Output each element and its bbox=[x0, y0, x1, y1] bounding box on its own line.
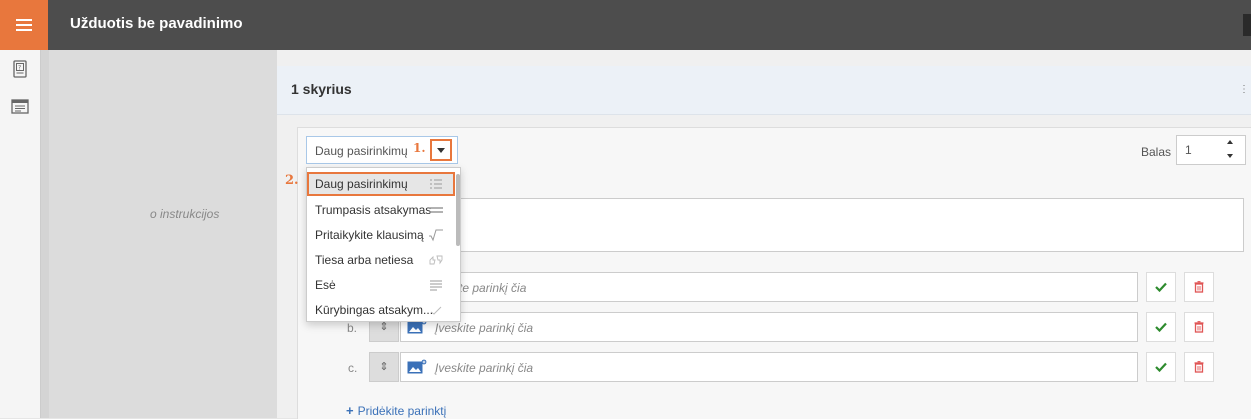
hamburger-menu-icon[interactable] bbox=[0, 0, 48, 50]
trash-icon bbox=[1194, 281, 1204, 293]
mark-correct-b[interactable] bbox=[1146, 312, 1176, 342]
dropdown-item-label: Trumpasis atsakymas bbox=[315, 203, 432, 217]
paragraph-icon bbox=[430, 280, 442, 291]
option-input-a[interactable]: te parinkį čia bbox=[400, 272, 1138, 302]
dropdown-item-label: Tiesa arba netiesa bbox=[315, 253, 414, 267]
delete-option-c[interactable] bbox=[1184, 352, 1214, 382]
chevron-down-icon bbox=[437, 147, 445, 153]
score-label: Balas bbox=[1141, 145, 1172, 159]
dropdown-item-multiple-choice[interactable]: Daug pasirinkimų bbox=[307, 172, 455, 196]
content-left-panel bbox=[41, 50, 277, 418]
list-edit-icon[interactable] bbox=[11, 98, 29, 116]
topbar-edge-button[interactable] bbox=[1243, 14, 1251, 36]
short-answer-icon bbox=[429, 207, 443, 213]
delete-option-a[interactable] bbox=[1184, 272, 1214, 302]
top-bar: Užduotis be pavadinimo bbox=[0, 0, 1251, 50]
section-menu-icon[interactable]: ⋮ bbox=[1239, 84, 1249, 95]
annotation-marker-2: 2. bbox=[285, 173, 299, 188]
add-image-icon[interactable] bbox=[407, 359, 427, 375]
option-letter-c: c. bbox=[348, 361, 358, 375]
drag-handle-c[interactable]: ⇕ bbox=[369, 352, 399, 382]
check-icon bbox=[1155, 362, 1167, 372]
instructions-placeholder: o instrukcijos bbox=[150, 207, 220, 221]
dropdown-item-label: Daug pasirinkimų bbox=[315, 177, 408, 191]
option-letter-b: b. bbox=[347, 321, 358, 335]
section-title: 1 skyrius bbox=[291, 81, 352, 97]
option-input-c[interactable]: Įveskite parinkį čia bbox=[400, 352, 1138, 382]
spin-down-icon[interactable] bbox=[1227, 154, 1233, 158]
dropdown-item-label: Kūrybingas atsakym... bbox=[315, 303, 434, 317]
mark-correct-c[interactable] bbox=[1146, 352, 1176, 382]
score-input[interactable] bbox=[1176, 135, 1246, 165]
spin-up-icon[interactable] bbox=[1227, 140, 1233, 144]
mark-correct-a[interactable] bbox=[1146, 272, 1176, 302]
question-type-dropdown: Daug pasirinkimų Trumpasis atsakymas Pri… bbox=[306, 167, 461, 322]
option-input-b[interactable]: Įveskite parinkį čia bbox=[400, 312, 1138, 342]
panel-resize-strip[interactable] bbox=[41, 50, 49, 418]
option-placeholder-a: te parinkį čia bbox=[459, 281, 527, 295]
dropdown-scrollbar[interactable] bbox=[456, 174, 460, 246]
add-option-label: Pridėkite parinktį bbox=[357, 404, 447, 418]
app-title: Užduotis be pavadinimo bbox=[70, 15, 243, 32]
option-placeholder-b: Įveskite parinkį čia bbox=[435, 321, 534, 335]
trash-icon bbox=[1194, 361, 1204, 373]
dropdown-item-creative-answer[interactable]: Kūrybingas atsakym... bbox=[307, 298, 455, 322]
section-header: 1 skyrius ⋮ bbox=[277, 66, 1251, 115]
thumbs-icon bbox=[429, 255, 443, 265]
left-sidebar: ? bbox=[0, 50, 41, 418]
svg-text:?: ? bbox=[18, 65, 21, 72]
delete-option-b[interactable] bbox=[1184, 312, 1214, 342]
list-icon bbox=[430, 179, 442, 189]
trash-icon bbox=[1194, 321, 1204, 333]
dropdown-item-short-answer[interactable]: Trumpasis atsakymas bbox=[307, 198, 455, 222]
sqrt-icon bbox=[429, 229, 443, 242]
question-type-label: Daug pasirinkimų bbox=[315, 144, 408, 158]
question-type-select[interactable]: Daug pasirinkimų 1. bbox=[306, 136, 458, 164]
pencil-icon bbox=[430, 306, 442, 315]
question-doc-icon[interactable]: ? bbox=[11, 60, 29, 78]
dropdown-item-label: Pritaikykite klausimą bbox=[315, 228, 424, 242]
option-placeholder-c: Įveskite parinkį čia bbox=[435, 361, 534, 375]
plus-icon: + bbox=[346, 403, 354, 418]
check-icon bbox=[1155, 282, 1167, 292]
type-dropdown-toggle[interactable] bbox=[430, 139, 452, 161]
dropdown-item-essay[interactable]: Esė bbox=[307, 273, 455, 297]
dropdown-item-label: Esė bbox=[315, 278, 336, 292]
dropdown-item-custom-question[interactable]: Pritaikykite klausimą bbox=[307, 223, 455, 247]
dropdown-item-true-false[interactable]: Tiesa arba netiesa bbox=[307, 248, 455, 272]
check-icon bbox=[1155, 322, 1167, 332]
annotation-marker-1: 1. bbox=[413, 141, 426, 155]
add-option-link[interactable]: + Pridėkite parinktį bbox=[346, 403, 446, 418]
